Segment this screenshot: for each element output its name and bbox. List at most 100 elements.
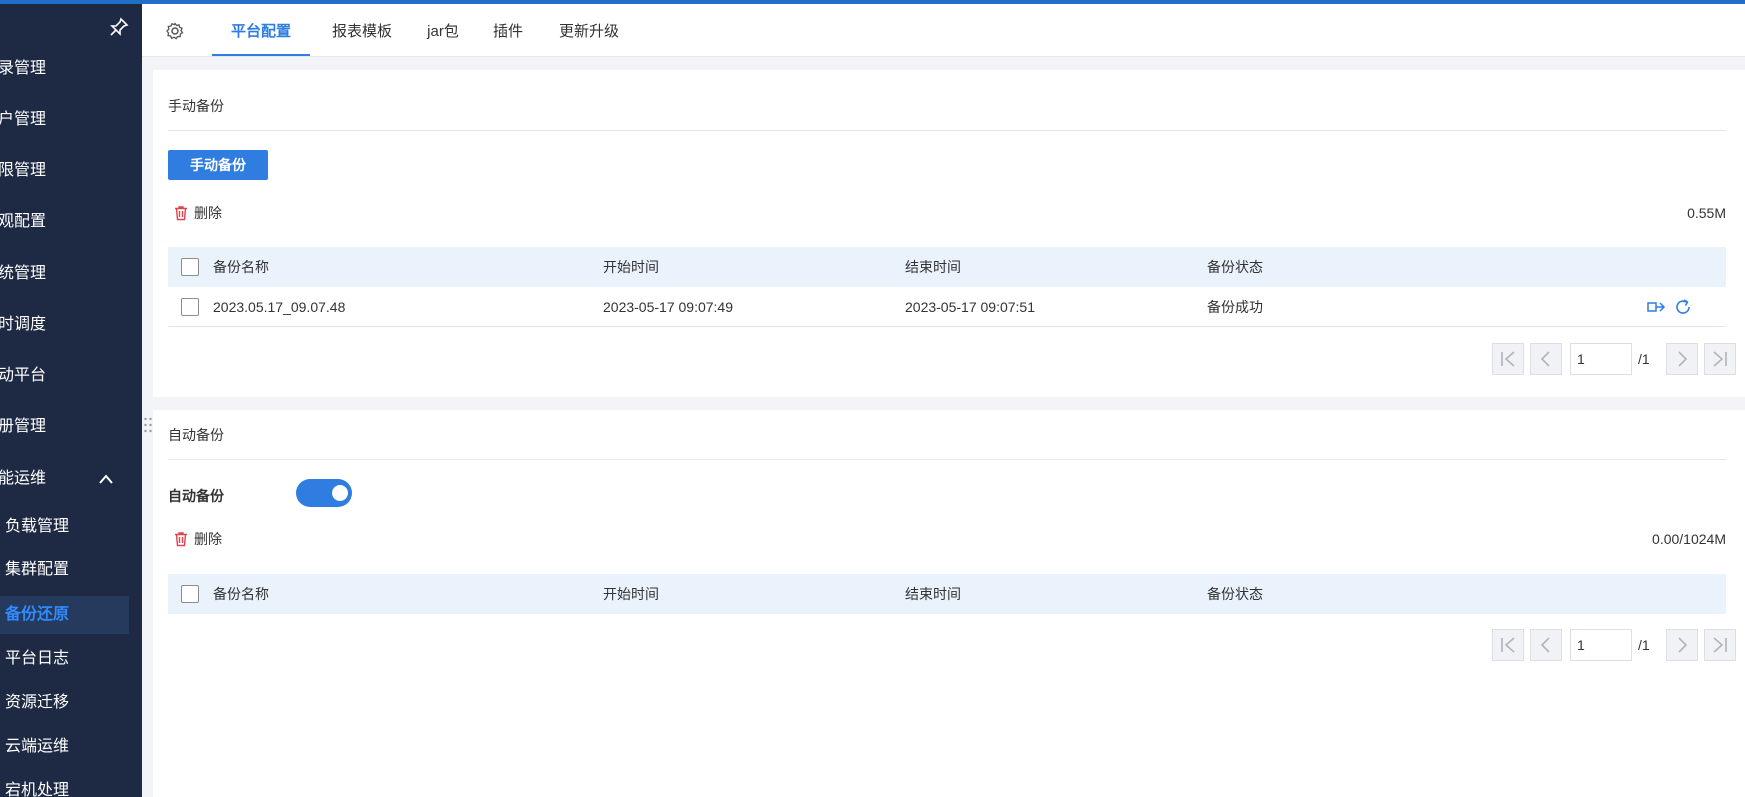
first-page-button[interactable] [1492,629,1524,661]
row-checkbox[interactable] [181,298,199,316]
select-all-checkbox[interactable] [181,258,199,276]
sidebar-subitem[interactable]: 宕机处理 [0,772,129,797]
sidebar-item-label: 限管理 [0,162,47,179]
column-header: 开始时间 [603,259,659,275]
storage-size: 0.00/1024M [1652,531,1726,547]
sidebar-subitem[interactable]: 负载管理 [0,508,129,546]
table-header: 备份名称 开始时间 结束时间 备份状态 [168,574,1726,614]
auto-backup-toggle[interactable] [296,479,352,507]
trash-icon [175,206,187,221]
column-header: 备份状态 [1207,586,1263,602]
sidebar-subitem-label: 资源迁移 [5,694,70,711]
sidebar-item-label: 时调度 [0,316,47,333]
manual-backup-panel: 手动备份 手动备份 删除 0.55M 备份名称 开始时间 结束时间 备份状态 2… [153,70,1745,397]
pagination: /1 [1492,629,1736,661]
sidebar-item-expanded[interactable]: 能运维 [0,460,142,498]
page-total: /1 [1638,637,1650,653]
backup-status: 备份成功 [1207,299,1263,315]
sidebar-item[interactable]: 统管理 [0,255,142,293]
restore-icon[interactable] [1646,298,1666,316]
tab-platform-config[interactable]: 平台配置 [212,4,310,56]
auto-backup-panel: 自动备份 自动备份 删除 0.00/1024M 备份名称 开始时间 结束时间 备… [153,410,1745,797]
sidebar-item-label: 册管理 [0,418,47,435]
last-page-button[interactable] [1704,629,1736,661]
last-page-icon [1713,351,1727,367]
storage-size: 0.55M [1687,205,1726,221]
pagination: /1 [1492,343,1736,375]
page-total: /1 [1638,351,1650,367]
sidebar-item-label: 动平台 [0,367,47,384]
chevron-left-icon [1540,637,1550,653]
select-all-checkbox[interactable] [181,585,199,603]
prev-page-button[interactable] [1530,343,1562,375]
column-header: 结束时间 [905,259,961,275]
last-page-icon [1713,637,1727,653]
tab-report-template[interactable]: 报表模板 [322,4,402,56]
sidebar-subitem-label: 集群配置 [5,561,70,578]
sidebar-subitem[interactable]: 平台日志 [0,640,129,678]
next-page-button[interactable] [1666,629,1698,661]
sidebar-item[interactable]: 册管理 [0,408,142,446]
pin-icon[interactable] [108,16,130,38]
chevron-right-icon [1678,351,1688,367]
sidebar-subitem[interactable]: 资源迁移 [0,684,129,722]
sidebar-item[interactable]: 录管理 [0,50,142,88]
first-page-button[interactable] [1492,343,1524,375]
divider [168,459,1726,460]
column-header: 备份状态 [1207,259,1263,275]
divider [168,130,1726,131]
delete-label: 删除 [194,531,222,547]
backup-name: 2023.05.17_09.07.48 [213,299,346,315]
tab-jar[interactable]: jar包 [414,4,472,56]
next-page-button[interactable] [1666,343,1698,375]
sidebar-item[interactable]: 户管理 [0,101,142,139]
trash-icon [175,532,187,547]
page-input[interactable] [1570,629,1632,661]
first-page-icon [1501,637,1515,653]
column-header: 结束时间 [905,586,961,602]
refresh-icon[interactable] [1674,298,1692,316]
delete-button[interactable]: 删除 [173,529,233,549]
section-title: 手动备份 [168,98,224,114]
sidebar-item-label: 统管理 [0,265,47,282]
start-time: 2023-05-17 09:07:49 [603,299,733,315]
column-header: 备份名称 [213,586,269,602]
sidebar-subitem-label: 备份还原 [5,606,70,623]
sidebar-item[interactable]: 时调度 [0,306,142,344]
delete-label: 删除 [194,205,222,221]
tab-plugins[interactable]: 插件 [484,4,532,56]
sidebar-item[interactable]: 限管理 [0,152,142,190]
tab-upgrade[interactable]: 更新升级 [544,4,634,56]
sidebar-subitem-label: 宕机处理 [5,782,70,797]
toggle-knob [332,485,348,501]
sidebar: 录管理 户管理 限管理 观配置 统管理 时调度 动平台 册管理 能运维 负载管理… [0,4,142,797]
sidebar-item[interactable]: 动平台 [0,357,142,395]
end-time: 2023-05-17 09:07:51 [905,299,1035,315]
delete-button[interactable]: 删除 [173,203,233,223]
column-header: 开始时间 [603,586,659,602]
sidebar-item[interactable]: 观配置 [0,203,142,241]
first-page-icon [1501,351,1515,367]
auto-backup-label: 自动备份 [168,488,224,504]
chevron-right-icon [1678,637,1688,653]
gear-icon[interactable] [166,22,184,40]
sidebar-subitem-label: 平台日志 [5,650,70,667]
table-header: 备份名称 开始时间 结束时间 备份状态 [168,247,1726,287]
page-input[interactable] [1570,343,1632,375]
sidebar-item-label: 录管理 [0,60,47,77]
last-page-button[interactable] [1704,343,1736,375]
column-header: 备份名称 [213,259,269,275]
sidebar-subitem-label: 负载管理 [5,518,70,535]
sidebar-subitem[interactable]: 集群配置 [0,551,129,589]
sidebar-subitem[interactable]: 云端运维 [0,728,129,766]
chevron-up-icon [99,474,113,484]
prev-page-button[interactable] [1530,629,1562,661]
chevron-left-icon [1540,351,1550,367]
sidebar-item-label: 能运维 [0,470,47,487]
tab-bar: 平台配置 报表模板 jar包 插件 更新升级 [142,4,1745,57]
sidebar-subitem-active[interactable]: 备份还原 [0,596,129,634]
drag-handle-icon[interactable] [143,415,153,435]
section-title: 自动备份 [168,427,224,443]
manual-backup-button[interactable]: 手动备份 [168,150,268,180]
table-row[interactable]: 2023.05.17_09.07.48 2023-05-17 09:07:49 … [168,287,1726,327]
